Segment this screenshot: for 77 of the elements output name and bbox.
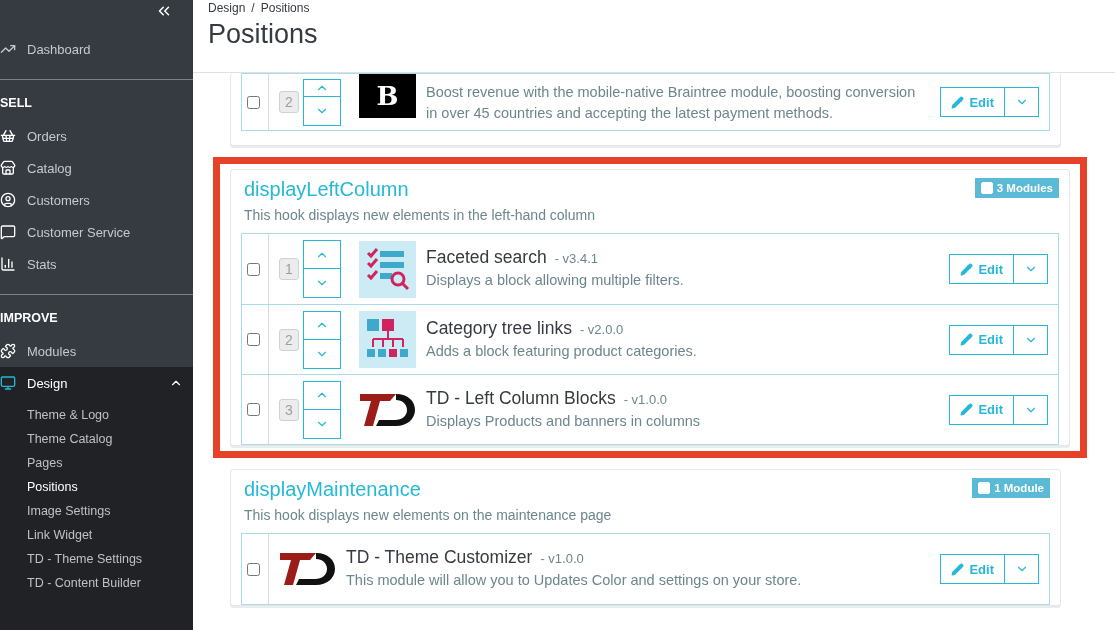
submenu-item[interactable]: Positions: [0, 475, 193, 499]
module-logo: B: [359, 74, 416, 118]
sidebar-item[interactable]: Catalog: [0, 152, 193, 184]
module-description: Adds a block featuring product categories.: [426, 341, 698, 361]
filter-list-icon: [365, 247, 410, 291]
menu-icon: [0, 256, 16, 272]
pencil-icon: [960, 333, 974, 346]
hook-description: This hook displays new elements on the maintenance page: [244, 507, 613, 523]
td-logo-icon: [279, 551, 336, 587]
module-name: TD - Left Column Blocks: [426, 387, 616, 409]
position-number: 2: [279, 328, 299, 351]
module-version: - v1.0.0: [623, 391, 667, 407]
move-up-button[interactable]: [303, 240, 341, 269]
module-version: - v1.0.0: [540, 551, 584, 566]
position-number: 3: [279, 398, 299, 421]
submenu-item[interactable]: Image Settings: [0, 499, 193, 523]
menu-icon: [0, 224, 16, 240]
menu-icon: [0, 192, 16, 208]
sidebar-item[interactable]: Dashboard: [0, 33, 193, 65]
submenu-item[interactable]: Theme Catalog: [0, 427, 193, 451]
module-description: Boost revenue with the mobile-native Braintree module, boosting conversion in over 45 countries and accepting the latest payment methods.: [426, 83, 917, 123]
move-up-button[interactable]: [303, 78, 341, 97]
move-down-button[interactable]: [303, 96, 341, 126]
sidebar-item[interactable]: Customer Service: [0, 216, 193, 248]
position-number: 2: [279, 91, 299, 113]
breadcrumb-link[interactable]: Design: [208, 1, 246, 15]
breadcrumb-separator: /: [251, 1, 255, 15]
breadcrumb-link[interactable]: Positions: [260, 1, 310, 15]
hook-title: displayMaintenance: [244, 478, 421, 501]
move-down-button[interactable]: [303, 269, 341, 298]
sidebar-item[interactable]: Modules: [0, 335, 193, 367]
module-version: - v3.4.1: [554, 251, 598, 266]
module-name: TD - Theme Customizer: [346, 547, 533, 568]
pencil-icon: [951, 95, 965, 109]
actions-dropdown-button[interactable]: [1014, 254, 1048, 284]
module-checkbox[interactable]: [247, 562, 260, 576]
move-up-button[interactable]: [303, 380, 341, 410]
module-checkbox[interactable]: [247, 262, 260, 276]
module-name: Category tree links: [426, 317, 572, 339]
submenu-item[interactable]: Theme & Logo: [0, 403, 193, 427]
hook-description: This hook displays new elements in the left-hand column: [244, 207, 596, 223]
pencil-icon: [951, 562, 965, 576]
module-checkbox[interactable]: [247, 403, 260, 416]
actions-dropdown-button[interactable]: [1014, 394, 1048, 425]
position-number: 1: [279, 258, 299, 280]
module-version: - v2.0.0: [579, 321, 624, 337]
submenu-item[interactable]: TD - Content Builder: [0, 571, 193, 595]
page-title: Positions: [208, 19, 319, 50]
actions-dropdown-button[interactable]: [1005, 87, 1039, 117]
section-title: SELL: [0, 95, 33, 112]
submenu-item[interactable]: Pages: [0, 451, 193, 475]
submenu-item[interactable]: TD - Theme Settings: [0, 547, 193, 571]
sidebar-item[interactable]: Orders: [0, 120, 193, 152]
sidebar-item[interactable]: Customers: [0, 184, 193, 216]
move-up-button[interactable]: [303, 310, 341, 340]
section-title: IMPROVE: [0, 310, 59, 327]
module-description: Displays Products and banners in columns: [426, 411, 702, 431]
menu-icon: [0, 128, 16, 144]
sidebar-item[interactable]: Stats: [0, 248, 193, 280]
module-description: This module will allow you to Updates Color and settings on your store.: [346, 571, 803, 590]
move-down-button[interactable]: [303, 339, 341, 369]
sidebar-item[interactable]: Design: [0, 367, 193, 399]
actions-dropdown-button[interactable]: [1014, 324, 1048, 355]
td-logo-icon: [359, 391, 416, 428]
submenu-item[interactable]: Link Widget: [0, 523, 193, 547]
module-checkbox[interactable]: [247, 95, 260, 109]
hook-title: displayLeftColumn: [244, 178, 409, 201]
menu-icon: [0, 343, 16, 359]
menu-icon: [0, 160, 16, 176]
pencil-icon: [960, 262, 974, 276]
actions-dropdown-button[interactable]: [1005, 554, 1039, 584]
pencil-icon: [960, 403, 974, 416]
move-down-button[interactable]: [303, 409, 341, 439]
menu-icon: [0, 375, 16, 391]
module-checkbox[interactable]: [247, 333, 260, 346]
module-description: Displays a block allowing multiple filters.: [426, 271, 685, 290]
module-name: Faceted search: [426, 247, 547, 268]
